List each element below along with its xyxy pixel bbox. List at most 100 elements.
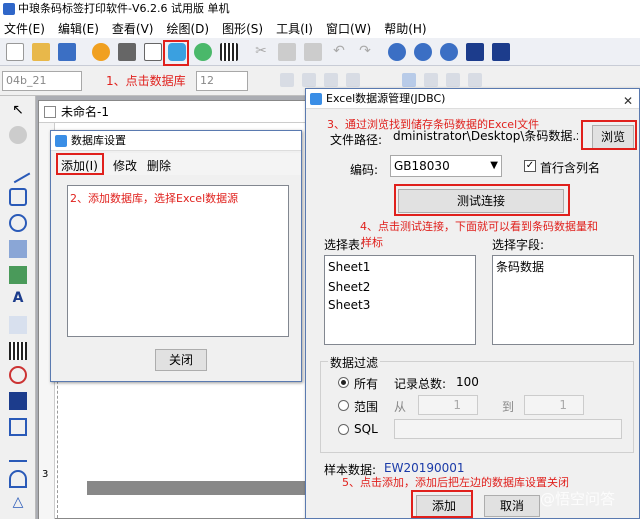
gear-icon[interactable]	[92, 43, 110, 61]
sql-input[interactable]	[394, 419, 622, 439]
italic-icon[interactable]	[302, 73, 316, 87]
menu-view[interactable]: 查看(V)	[112, 20, 154, 37]
range-to-input[interactable]: 1	[524, 395, 584, 415]
align-justify-icon[interactable]	[468, 73, 482, 87]
redo-icon[interactable]: ↷	[356, 43, 374, 61]
actual-size-icon[interactable]	[492, 43, 510, 61]
zoom-fit-icon[interactable]	[440, 43, 458, 61]
watermark: @悟空问答	[540, 490, 616, 508]
encoding-select[interactable]: GB18030 ▼	[390, 155, 502, 177]
data-filter-label: 数据过滤	[328, 354, 381, 371]
align-center-icon[interactable]	[424, 73, 438, 87]
document-tab[interactable]: 未命名-1	[39, 101, 317, 123]
menu-window[interactable]: 窗口(W)	[326, 20, 371, 37]
font-name-select[interactable]: 04b_21	[2, 71, 82, 91]
field-list[interactable]: 条码数据	[492, 255, 634, 345]
strike-icon[interactable]	[346, 73, 360, 87]
barcode-icon[interactable]	[220, 43, 238, 61]
filter-range-radio[interactable]	[338, 400, 349, 411]
highlight-add-confirm-button	[411, 490, 473, 518]
image-tool-icon[interactable]	[9, 240, 27, 258]
qrcode-tool-icon[interactable]	[9, 392, 27, 410]
ellipse-tool-icon[interactable]	[9, 214, 27, 232]
picture-tool-icon[interactable]	[9, 266, 27, 284]
menu-file[interactable]: 文件(E)	[4, 20, 45, 37]
filter-all-label: 所有	[354, 377, 379, 391]
rectangle-tool-icon[interactable]	[9, 188, 27, 206]
print-preview-icon[interactable]	[144, 43, 162, 61]
table-item-sheet2[interactable]: Sheet2	[325, 278, 475, 296]
excel-datasource-dialog: Excel数据源管理(JDBC) ✕ 文件路径: dministrator\De…	[305, 88, 640, 519]
copy-icon[interactable]	[278, 43, 296, 61]
app-title-bar: 中琅条码标签打印软件-V6.2.6 试用版 单机	[0, 0, 640, 18]
pan-icon[interactable]	[9, 126, 27, 144]
menu-tools[interactable]: 工具(I)	[276, 20, 313, 37]
field-item[interactable]: 条码数据	[493, 256, 633, 278]
main-toolbar: ✂ ↶ ↷	[0, 38, 640, 66]
menu-edit[interactable]: 编辑(E)	[58, 20, 99, 37]
encoding-label: 编码:	[350, 163, 379, 177]
save-icon[interactable]	[58, 43, 76, 61]
curve-tool-icon[interactable]	[9, 444, 27, 462]
cancel-button[interactable]: 取消	[484, 495, 540, 517]
close-button[interactable]: 关闭	[155, 349, 207, 371]
filter-sql-radio[interactable]	[338, 424, 349, 435]
app-logo-icon	[3, 3, 15, 15]
range-from-label: 从	[394, 400, 407, 414]
menu-help[interactable]: 帮助(H)	[384, 20, 426, 37]
first-row-checkbox[interactable]: ✓	[524, 160, 536, 172]
table-tool-icon[interactable]	[9, 418, 27, 436]
database-settings-icon	[55, 135, 67, 147]
zoom-in-icon[interactable]	[388, 43, 406, 61]
file-path-label: 文件路径:	[330, 133, 383, 147]
select-arrow-icon[interactable]: ↖	[9, 102, 27, 120]
zoom-out-icon[interactable]	[414, 43, 432, 61]
align-left-icon[interactable]	[402, 73, 416, 87]
sample-data-value: EW20190001	[384, 461, 465, 475]
app-title: 中琅条码标签打印软件-V6.2.6 试用版 单机	[18, 2, 230, 15]
annotation-step3: 3、通过浏览找到储存条码数据的Excel文件	[327, 118, 540, 131]
zoom-page-icon[interactable]	[466, 43, 484, 61]
print-icon[interactable]	[118, 43, 136, 61]
modify-db-button[interactable]: 修改	[113, 157, 137, 174]
database-list[interactable]	[67, 185, 289, 337]
document-icon	[44, 106, 56, 118]
menu-shape[interactable]: 图形(S)	[222, 20, 263, 37]
chevron-down-icon: ▼	[490, 160, 498, 171]
table-list[interactable]: Sheet1 Sheet2 Sheet3	[324, 255, 476, 345]
paste-icon[interactable]	[304, 43, 322, 61]
filter-range-label: 范围	[354, 400, 379, 414]
delete-db-button[interactable]: 删除	[147, 157, 171, 174]
table-item-sheet3[interactable]: Sheet3	[325, 296, 475, 314]
bold-icon[interactable]	[280, 73, 294, 87]
font-size-select[interactable]: 12	[196, 71, 248, 91]
undo-icon[interactable]: ↶	[330, 43, 348, 61]
ruler-mark: 3	[42, 469, 49, 480]
highlight-test-button	[394, 184, 570, 216]
new-file-icon[interactable]	[6, 43, 24, 61]
excel-dialog-icon	[310, 93, 322, 105]
table-item-sheet1[interactable]: Sheet1	[325, 256, 475, 278]
barcode-tool-icon[interactable]	[9, 342, 27, 360]
close-icon[interactable]: ✕	[623, 91, 633, 111]
align-right-icon[interactable]	[446, 73, 460, 87]
range-from-input[interactable]: 1	[418, 395, 478, 415]
arc-tool-icon[interactable]	[9, 470, 27, 488]
highlight-add-button	[56, 153, 104, 175]
annotation-step2: 2、添加数据库，选择Excel数据源	[70, 192, 239, 205]
open-folder-icon[interactable]	[32, 43, 50, 61]
polygon-tool-icon[interactable]: △	[9, 494, 27, 512]
annotation-step5: 5、点击添加，添加后把左边的数据库设置关闭	[342, 476, 569, 489]
rich-text-icon[interactable]	[9, 316, 27, 334]
data-source-icon[interactable]	[194, 43, 212, 61]
record-count-value: 100	[456, 375, 479, 389]
underline-icon[interactable]	[324, 73, 338, 87]
excel-dialog-title: Excel数据源管理(JDBC)	[326, 92, 446, 105]
cut-icon[interactable]: ✂	[252, 43, 270, 61]
text-tool-icon[interactable]: A	[9, 290, 27, 308]
line-tool-icon[interactable]	[5, 158, 31, 184]
menu-draw[interactable]: 绘图(D)	[166, 20, 209, 37]
shape-tool-icon[interactable]	[9, 366, 27, 384]
annotation-step4: 4、点击测试连接，下面就可以看到条码数据量和	[360, 220, 598, 233]
filter-all-radio[interactable]	[338, 377, 349, 388]
